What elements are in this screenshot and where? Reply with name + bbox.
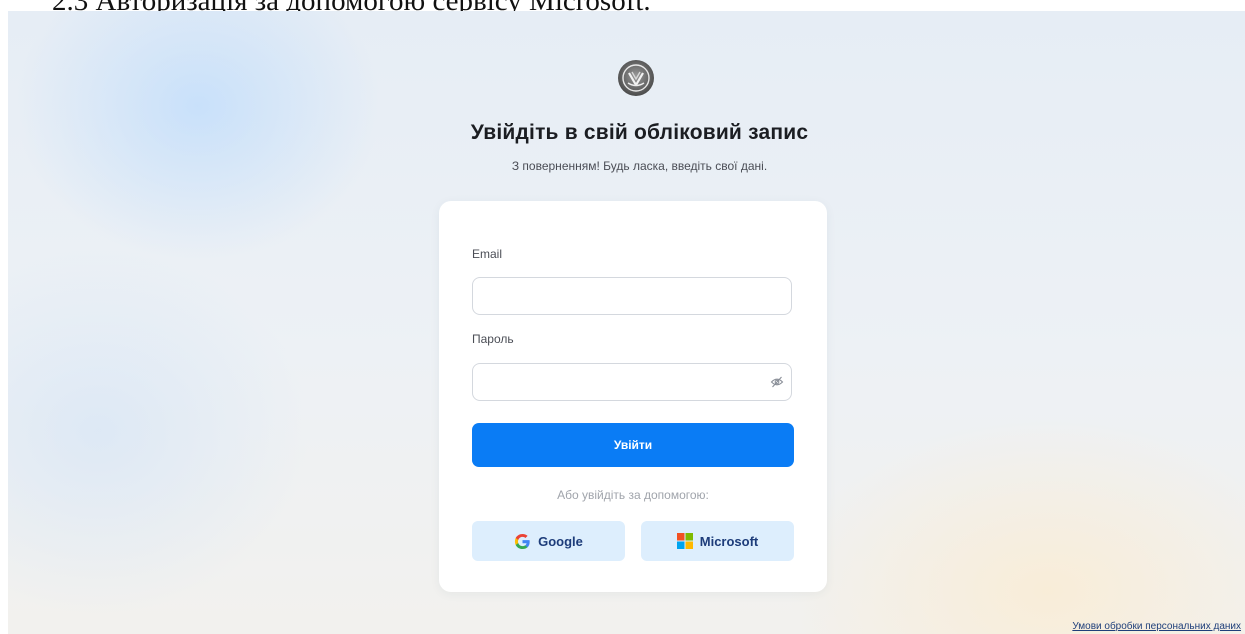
microsoft-icon: [676, 533, 693, 549]
password-label: Пароль: [472, 332, 514, 346]
page-title: Увійдіть в свій обліковий запис: [470, 121, 809, 144]
email-label: Email: [472, 247, 503, 261]
login-card: Email Пароль Увійти Або увійдіть за допо…: [439, 201, 827, 592]
microsoft-login-button[interactable]: Microsoft: [641, 521, 794, 561]
privacy-terms-link[interactable]: Умови обробки персональних даних: [1072, 621, 1241, 632]
microsoft-login-label: Microsoft: [699, 533, 759, 549]
login-button[interactable]: Увійти: [472, 423, 794, 467]
page-subtitle: З поверненням! Будь ласка, введіть свої …: [511, 159, 768, 173]
login-page: Увійдіть в свій обліковий запис З поверн…: [8, 11, 1245, 634]
google-login-button[interactable]: Google: [472, 521, 625, 561]
eye-off-icon[interactable]: [770, 375, 784, 389]
university-crest-icon: [618, 60, 654, 96]
alternative-login-text: Або увійдіть за допомогою:: [557, 488, 709, 502]
google-icon: [514, 533, 531, 550]
password-input[interactable]: [472, 363, 792, 401]
email-input[interactable]: [472, 277, 792, 315]
google-login-label: Google: [538, 533, 583, 549]
login-button-label: Увійти: [613, 438, 653, 452]
